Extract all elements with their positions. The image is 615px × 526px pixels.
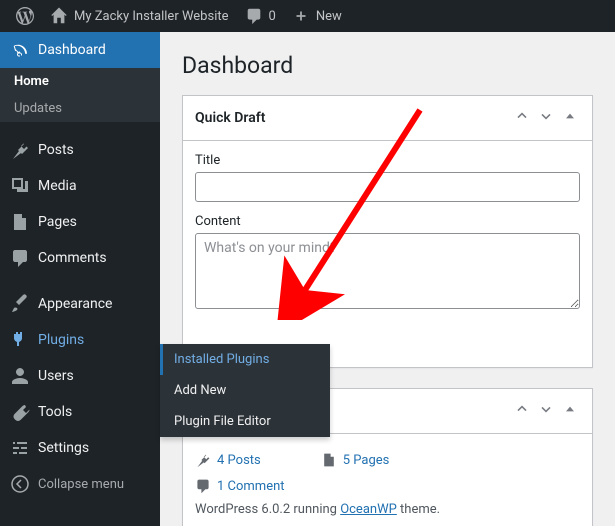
sidebar-label: Settings	[38, 440, 89, 456]
wp-logo[interactable]	[8, 7, 42, 25]
content-textarea[interactable]	[195, 233, 580, 309]
pin-icon	[10, 140, 30, 160]
comment-icon	[10, 248, 30, 268]
user-icon	[10, 366, 30, 386]
sidebar-label: Appearance	[38, 296, 112, 312]
sidebar-item-posts[interactable]: Posts	[0, 132, 160, 168]
sidebar-item-pages[interactable]: Pages	[0, 204, 160, 240]
pin-icon	[195, 452, 211, 468]
collapse-icon	[10, 474, 30, 494]
sidebar-item-media[interactable]: Media	[0, 168, 160, 204]
chevron-down-icon	[538, 401, 554, 417]
chevron-down-icon	[538, 108, 554, 124]
dashboard-icon	[10, 40, 30, 60]
brush-icon	[10, 294, 30, 314]
flyout-add-new[interactable]: Add New	[160, 375, 330, 406]
comments-link[interactable]: 0	[237, 7, 284, 25]
flyout-plugin-editor[interactable]: Plugin File Editor	[160, 406, 330, 437]
sidebar-item-comments[interactable]: Comments	[0, 240, 160, 276]
sidebar-label: Dashboard	[38, 42, 106, 58]
theme-link[interactable]: OceanWP	[340, 502, 397, 517]
toggle-button[interactable]	[560, 106, 580, 130]
chevron-up-icon	[514, 401, 530, 417]
toggle-button[interactable]	[560, 399, 580, 423]
admin-toolbar: My Zacky Installer Website 0 New	[0, 0, 615, 32]
move-down-button[interactable]	[536, 106, 556, 130]
comment-count: 0	[269, 9, 276, 24]
glance-footer: WordPress 6.0.2 running OceanWP theme.	[195, 494, 580, 517]
collapse-menu[interactable]: Collapse menu	[0, 466, 160, 502]
page-icon	[10, 212, 30, 232]
sidebar-label: Tools	[38, 404, 72, 420]
sidebar-sub-updates[interactable]: Updates	[0, 95, 160, 122]
sidebar-sub-home[interactable]: Home	[0, 68, 160, 95]
sliders-icon	[10, 438, 30, 458]
plugin-icon	[10, 330, 30, 350]
sidebar-item-appearance[interactable]: Appearance	[0, 286, 160, 322]
sidebar-item-tools[interactable]: Tools	[0, 394, 160, 430]
wrench-icon	[10, 402, 30, 422]
new-label: New	[316, 9, 342, 24]
main-content: Dashboard Quick Draft Title Content	[160, 32, 615, 526]
wordpress-icon	[16, 7, 34, 25]
move-up-button[interactable]	[512, 106, 532, 130]
triangle-up-icon	[562, 401, 578, 417]
home-icon	[50, 7, 68, 25]
sidebar-item-dashboard[interactable]: Dashboard	[0, 32, 160, 68]
collapse-label: Collapse menu	[38, 477, 124, 492]
sidebar-label: Media	[38, 178, 77, 194]
plugins-flyout: Installed Plugins Add New Plugin File Ed…	[160, 344, 330, 437]
comment-icon	[245, 7, 263, 25]
glance-posts[interactable]: 4 Posts	[195, 452, 261, 468]
plus-icon	[292, 7, 310, 25]
sidebar-item-users[interactable]: Users	[0, 358, 160, 394]
title-label: Title	[195, 153, 580, 168]
move-down-button[interactable]	[536, 399, 556, 423]
sidebar-item-settings[interactable]: Settings	[0, 430, 160, 466]
dashboard-submenu: Home Updates	[0, 68, 160, 122]
comment-icon	[195, 478, 211, 494]
sidebar-label: Users	[38, 368, 74, 384]
sidebar-label: Plugins	[38, 332, 84, 348]
quick-draft-title: Quick Draft	[195, 110, 265, 126]
sidebar-label: Posts	[38, 142, 74, 158]
sidebar-label: Comments	[38, 250, 107, 266]
glance-posts-label: 4 Posts	[217, 453, 261, 468]
page-icon	[321, 452, 337, 468]
glance-pages[interactable]: 5 Pages	[321, 452, 390, 468]
quick-draft-box: Quick Draft Title Content	[182, 95, 593, 368]
site-name: My Zacky Installer Website	[74, 9, 229, 24]
flyout-installed-plugins[interactable]: Installed Plugins	[160, 344, 330, 375]
glance-pages-label: 5 Pages	[343, 453, 390, 468]
sidebar-item-plugins[interactable]: Plugins	[0, 322, 160, 358]
media-icon	[10, 176, 30, 196]
content-label: Content	[195, 214, 580, 229]
chevron-up-icon	[514, 108, 530, 124]
site-link[interactable]: My Zacky Installer Website	[42, 7, 237, 25]
triangle-up-icon	[562, 108, 578, 124]
sidebar-label: Pages	[38, 214, 77, 230]
page-title: Dashboard	[182, 52, 593, 79]
glance-comments[interactable]: 1 Comment	[195, 478, 580, 494]
move-up-button[interactable]	[512, 399, 532, 423]
glance-comments-label: 1 Comment	[217, 479, 285, 494]
new-content-link[interactable]: New	[284, 7, 350, 25]
admin-sidebar: Dashboard Home Updates Posts Media Pages…	[0, 32, 160, 526]
title-input[interactable]	[195, 172, 580, 202]
